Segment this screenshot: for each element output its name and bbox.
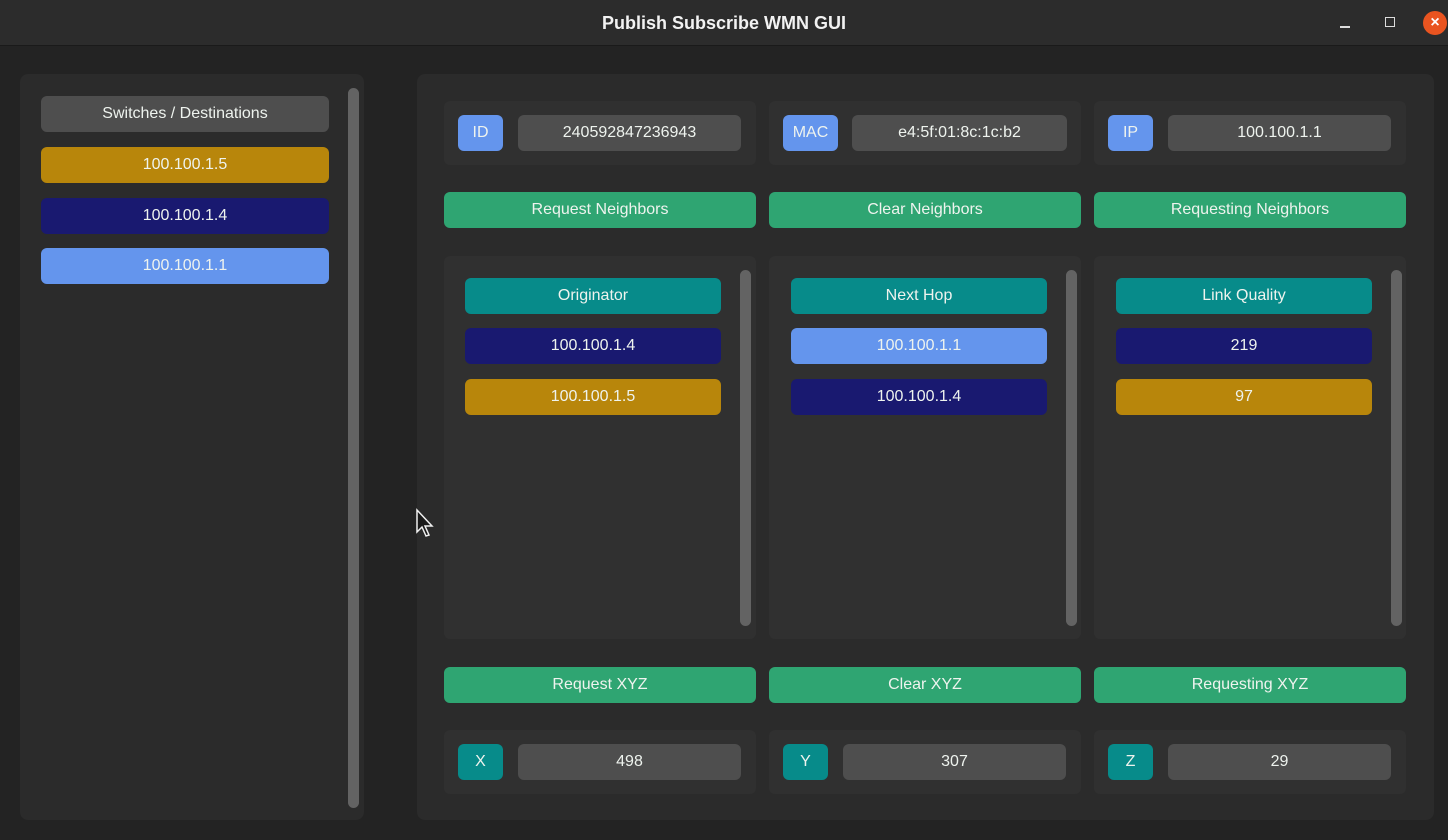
title-bar: Publish Subscribe WMN GUI × (0, 0, 1448, 46)
sidebar-scrollbar[interactable] (348, 88, 359, 808)
table-row[interactable]: 97 (1116, 379, 1372, 415)
sidebar-item-100-100-1-4[interactable]: 100.100.1.4 (41, 198, 329, 234)
request-neighbors-button[interactable]: Request Neighbors (444, 192, 756, 228)
next-hop-header[interactable]: Next Hop (791, 278, 1047, 314)
next-hop-scrollbar[interactable] (1066, 270, 1077, 626)
minimize-button[interactable] (1334, 11, 1358, 35)
originator-header[interactable]: Originator (465, 278, 721, 314)
y-label: Y (783, 744, 828, 780)
table-row[interactable]: 100.100.1.5 (465, 379, 721, 415)
clear-xyz-button[interactable]: Clear XYZ (769, 667, 1081, 703)
z-value: 29 (1168, 744, 1391, 780)
y-value: 307 (843, 744, 1066, 780)
x-value: 498 (518, 744, 741, 780)
link-quality-scrollbar[interactable] (1391, 270, 1402, 626)
originator-scrollbar[interactable] (740, 270, 751, 626)
mac-label: MAC (783, 115, 838, 151)
z-label: Z (1108, 744, 1153, 780)
close-icon: × (1423, 11, 1447, 35)
table-row[interactable]: 100.100.1.4 (791, 379, 1047, 415)
mac-value: e4:5f:01:8c:1c:b2 (852, 115, 1067, 151)
sidebar-header-button[interactable]: Switches / Destinations (41, 96, 329, 132)
close-button[interactable]: × (1423, 11, 1447, 35)
ip-value: 100.100.1.1 (1168, 115, 1391, 151)
minimize-icon (1340, 26, 1350, 28)
table-row[interactable]: 100.100.1.4 (465, 328, 721, 364)
table-row[interactable]: 219 (1116, 328, 1372, 364)
x-label: X (458, 744, 503, 780)
link-quality-header[interactable]: Link Quality (1116, 278, 1372, 314)
ip-label: IP (1108, 115, 1153, 151)
sidebar-item-100-100-1-1[interactable]: 100.100.1.1 (41, 248, 329, 284)
requesting-xyz-button[interactable]: Requesting XYZ (1094, 667, 1406, 703)
maximize-button[interactable] (1378, 11, 1402, 35)
request-xyz-button[interactable]: Request XYZ (444, 667, 756, 703)
id-label: ID (458, 115, 503, 151)
window-title: Publish Subscribe WMN GUI (601, 13, 847, 33)
id-value: 240592847236943 (518, 115, 741, 151)
sidebar-item-100-100-1-5[interactable]: 100.100.1.5 (41, 147, 329, 183)
mouse-cursor-icon (416, 508, 434, 537)
maximize-icon (1385, 17, 1395, 27)
requesting-neighbors-button[interactable]: Requesting Neighbors (1094, 192, 1406, 228)
table-row[interactable]: 100.100.1.1 (791, 328, 1047, 364)
clear-neighbors-button[interactable]: Clear Neighbors (769, 192, 1081, 228)
sidebar-panel (20, 74, 364, 820)
